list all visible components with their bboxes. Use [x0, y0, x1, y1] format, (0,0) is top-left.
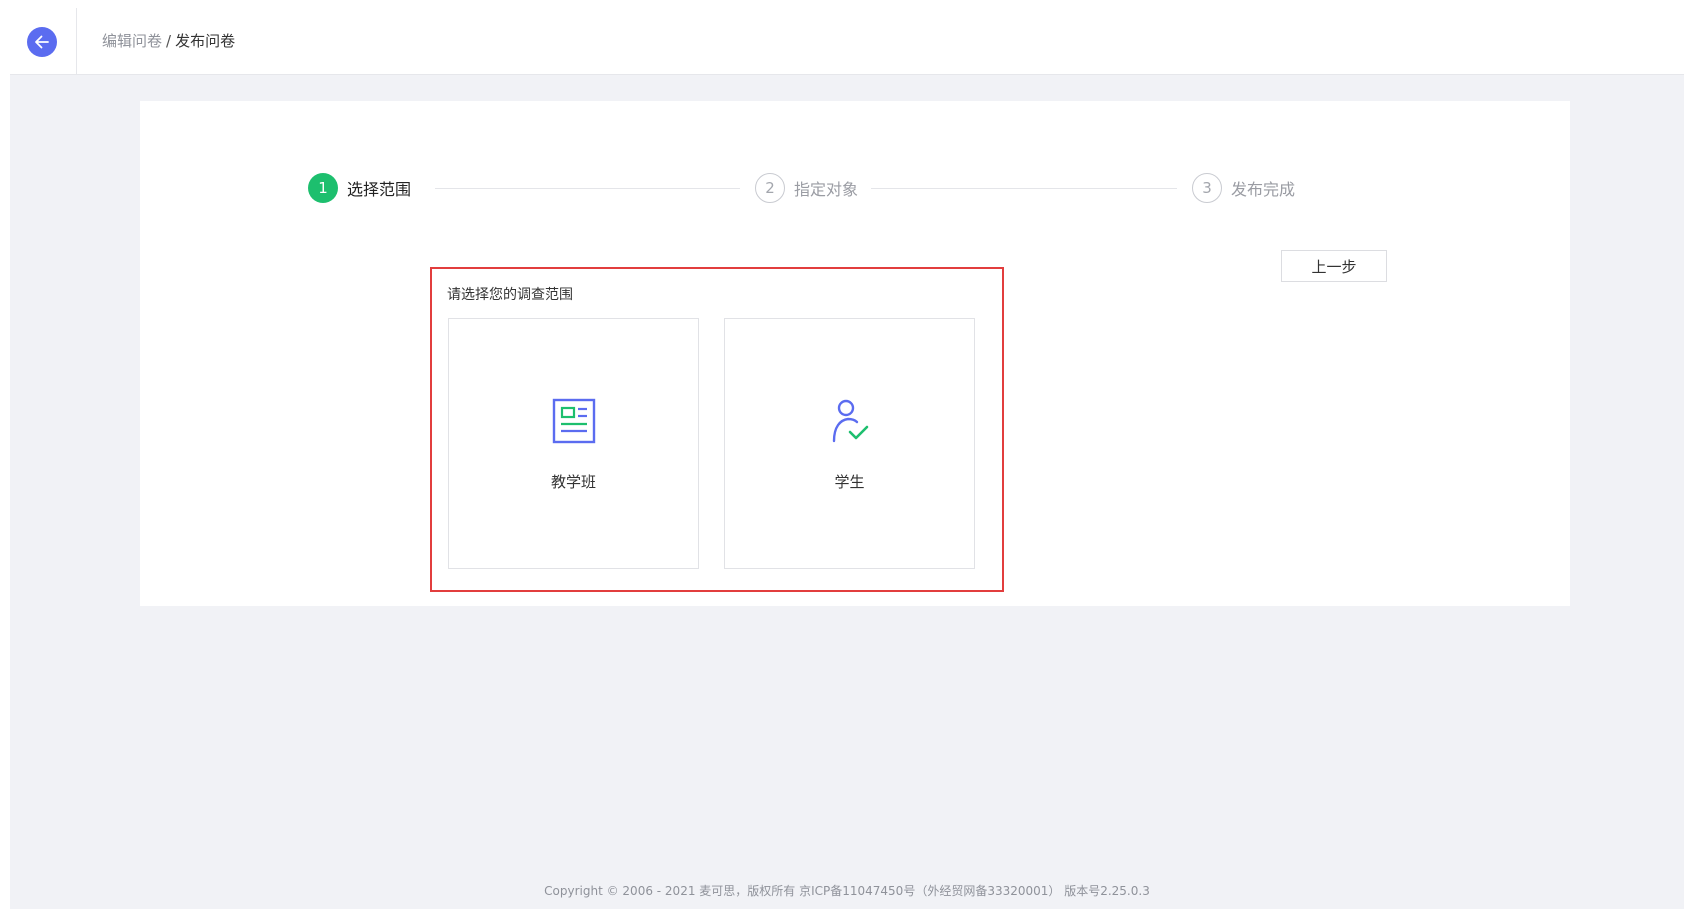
- option-teaching-class-label: 教学班: [550, 473, 596, 491]
- breadcrumb-separator: /: [166, 32, 172, 50]
- step-2-label: 指定对象: [794, 180, 859, 199]
- step-1: 1 选择范围: [308, 171, 411, 205]
- arrow-left-icon: [35, 35, 49, 49]
- breadcrumb-edit-survey[interactable]: 编辑问卷: [102, 32, 162, 50]
- previous-step-button[interactable]: 上一步: [1281, 250, 1387, 282]
- top-bar-divider: [76, 8, 77, 74]
- option-student-label: 学生: [834, 473, 865, 491]
- step-connector-2: [871, 188, 1177, 189]
- footer-copyright: Copyright © 2006 - 2021 麦可思，版权所有 京ICP备11…: [544, 884, 1150, 898]
- step-3-number: 3: [1192, 173, 1222, 203]
- class-card-icon: [550, 397, 598, 445]
- publish-panel: 1 选择范围 2 指定对象 3 发布完成 上一步 请选择您的调查范围 教学班 学…: [140, 101, 1570, 606]
- step-3: 3 发布完成: [1192, 171, 1295, 205]
- back-button[interactable]: [27, 27, 57, 57]
- student-check-icon: [826, 397, 874, 445]
- step-3-label: 发布完成: [1231, 180, 1296, 199]
- step-2-number: 2: [755, 173, 785, 203]
- option-teaching-class[interactable]: 教学班: [448, 318, 699, 569]
- step-2: 2 指定对象: [755, 171, 858, 205]
- section-title: 请选择您的调查范围: [447, 287, 573, 303]
- step-1-label: 选择范围: [347, 180, 412, 199]
- option-student[interactable]: 学生: [724, 318, 975, 569]
- breadcrumb-current: 发布问卷: [175, 32, 236, 50]
- step-connector-1: [435, 188, 740, 189]
- step-1-number: 1: [308, 173, 338, 203]
- breadcrumb: 编辑问卷 / 发布问卷: [102, 32, 235, 50]
- top-bar: 编辑问卷 / 发布问卷: [10, 8, 1684, 75]
- app-root: 编辑问卷 / 发布问卷 1 选择范围 2 指定对象 3 发布完成 上一步 请选择您的…: [10, 8, 1684, 909]
